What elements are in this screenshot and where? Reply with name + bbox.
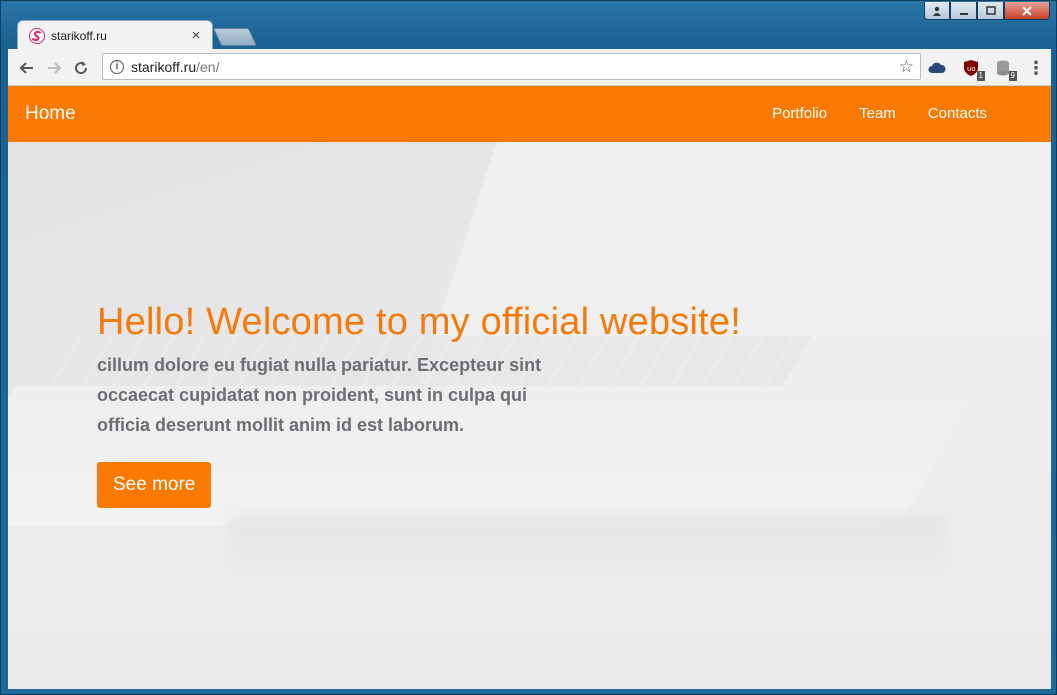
see-more-button[interactable]: See more bbox=[97, 462, 212, 508]
window-controls bbox=[924, 2, 1050, 20]
page-viewport: Home Portfolio Team Contacts Hello! Welc… bbox=[8, 86, 1051, 689]
nav-link-portfolio[interactable]: Portfolio bbox=[772, 105, 827, 122]
forward-arrow-icon[interactable] bbox=[43, 57, 65, 79]
user-icon[interactable] bbox=[924, 2, 950, 20]
back-arrow-icon[interactable] bbox=[16, 57, 38, 79]
browser-toolbar: i starikoff.ru/en/ ☆ uo 1 9 ⋮ bbox=[8, 49, 1051, 86]
ublock-extension-icon[interactable]: uo 1 bbox=[961, 58, 985, 81]
svg-text:uo: uo bbox=[967, 65, 976, 73]
bookmark-star-icon[interactable]: ☆ bbox=[899, 57, 914, 77]
cloud-extension-icon[interactable] bbox=[927, 58, 947, 78]
hero-section: Hello! Welcome to my official website! c… bbox=[97, 301, 741, 508]
new-tab-button[interactable] bbox=[212, 28, 258, 46]
site-navbar: Home Portfolio Team Contacts bbox=[8, 86, 1051, 142]
reload-icon[interactable] bbox=[70, 57, 92, 79]
nav-links: Portfolio Team Contacts bbox=[772, 105, 987, 122]
database-extension-icon[interactable]: 9 bbox=[993, 58, 1017, 81]
browser-tab[interactable]: starikoff.ru × bbox=[17, 20, 213, 50]
tab-close-icon[interactable]: × bbox=[188, 27, 204, 44]
ublock-badge: 1 bbox=[976, 71, 985, 81]
nav-link-team[interactable]: Team bbox=[859, 105, 896, 122]
hero-text: cillum dolore eu fugiat nulla pariatur. … bbox=[97, 355, 542, 435]
nav-home-link[interactable]: Home bbox=[25, 103, 76, 125]
address-bar[interactable]: i starikoff.ru/en/ ☆ bbox=[102, 53, 921, 80]
db-badge: 9 bbox=[1008, 71, 1017, 81]
url-text: starikoff.ru/en/ bbox=[131, 58, 220, 75]
info-icon[interactable]: i bbox=[110, 59, 124, 74]
tab-title: starikoff.ru bbox=[51, 28, 107, 43]
browser-menu-icon[interactable]: ⋮ bbox=[1026, 58, 1046, 78]
maximize-button[interactable] bbox=[977, 2, 1004, 20]
nav-link-contacts[interactable]: Contacts bbox=[928, 105, 987, 122]
s-logo-icon bbox=[29, 27, 45, 44]
hero-heading: Hello! Welcome to my official website! bbox=[97, 301, 741, 343]
close-button[interactable] bbox=[1004, 2, 1050, 20]
minimize-button[interactable] bbox=[950, 2, 977, 20]
browser-window: starikoff.ru × i starikoff.ru/en/ ☆ uo 1… bbox=[0, 0, 1057, 695]
